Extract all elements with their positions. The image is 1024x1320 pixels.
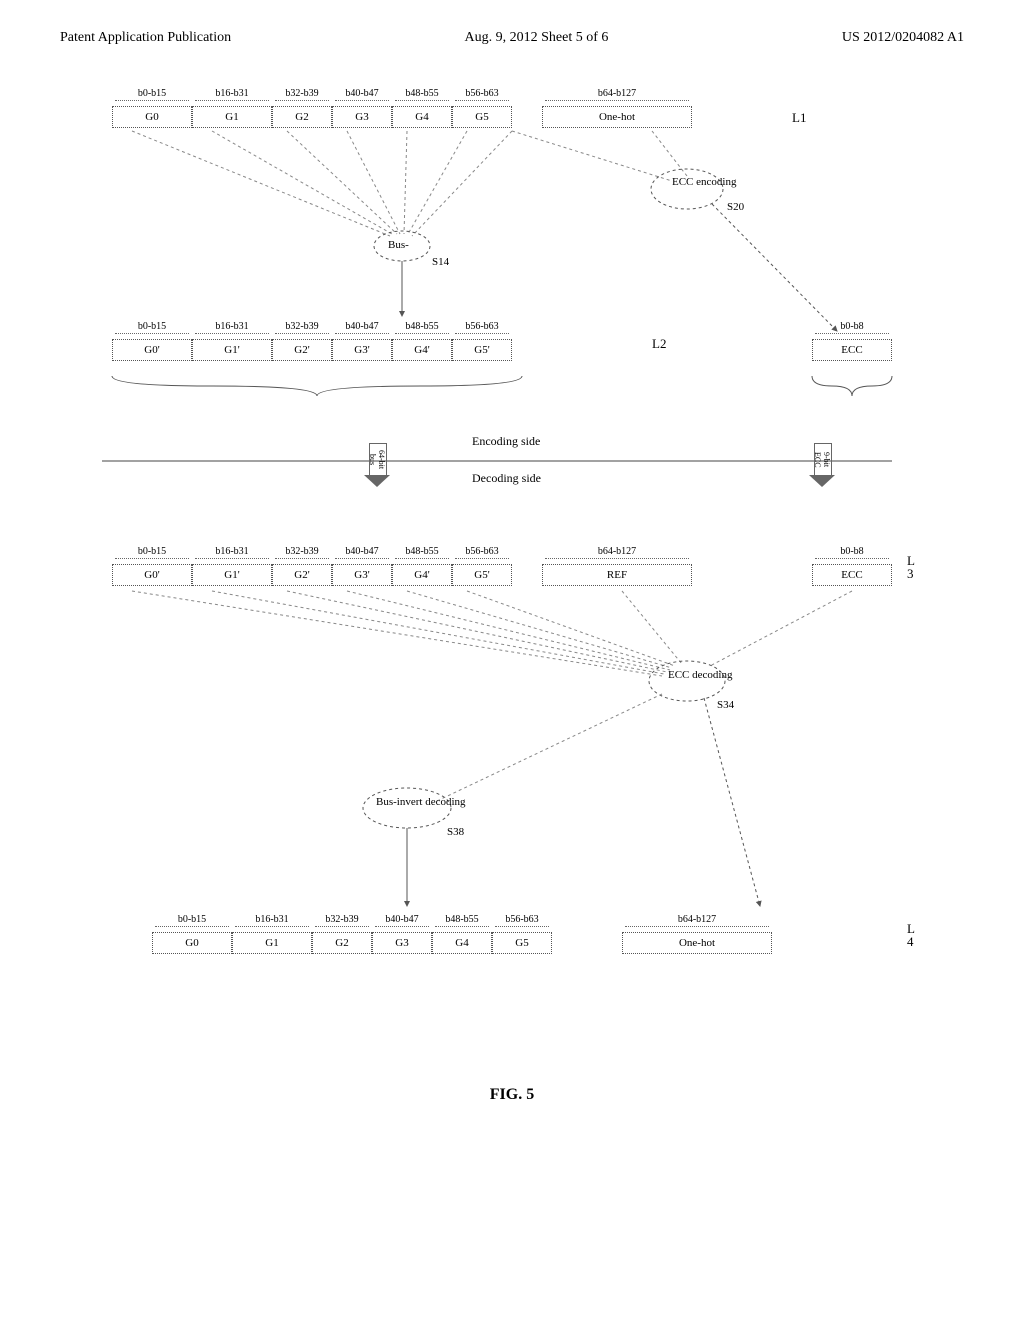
l3-ref: REF <box>542 564 692 586</box>
l4-bit-labels: b0-b15 b16-b31 b32-b39 b40-b47 b48-b55 b… <box>152 914 772 925</box>
l3-ecc-bitlabel: b0-b8 <box>812 546 892 557</box>
l1-onehot: One-hot <box>542 106 692 128</box>
ecc-decoding-label: ECC decoding <box>668 669 708 681</box>
ecc-arrow: 9-bit ECC <box>812 441 832 485</box>
l3-ecc: ECC <box>812 564 892 586</box>
level-l4: L 4 <box>907 922 915 948</box>
l1-row: G0 G1 G2 G3 G4 G5 One-hot <box>112 106 692 128</box>
l4-g0: G0 <box>152 932 232 954</box>
l2-g4: G4' <box>392 339 452 361</box>
l1-g4: G4 <box>392 106 452 128</box>
header-left: Patent Application Publication <box>60 30 231 46</box>
l2-ecc-row: ECC <box>812 339 892 361</box>
l2-bit-labels: b0-b15 b16-b31 b32-b39 b40-b47 b48-b55 b… <box>112 321 512 332</box>
level-l3: L 3 <box>907 554 915 580</box>
l2-g0: G0' <box>112 339 192 361</box>
step-s14: S14 <box>432 256 449 268</box>
level-l2: L2 <box>652 336 666 352</box>
l1-g1: G1 <box>192 106 272 128</box>
l1-g2: G2 <box>272 106 332 128</box>
l2-row: G0' G1' G2' G3' G4' G5' <box>112 339 512 361</box>
l2-g3: G3' <box>332 339 392 361</box>
l2-g2: G2' <box>272 339 332 361</box>
l1-g0: G0 <box>112 106 192 128</box>
bus-arrow-label: 64-bit bus <box>369 443 387 477</box>
step-s38: S38 <box>447 826 464 838</box>
l3-g2: G2' <box>272 564 332 586</box>
l3-g5: G5' <box>452 564 512 586</box>
l3-ecc-row: ECC <box>812 564 892 586</box>
l4-g1: G1 <box>232 932 312 954</box>
l2-ecc: ECC <box>812 339 892 361</box>
l1-g5: G5 <box>452 106 512 128</box>
header-center: Aug. 9, 2012 Sheet 5 of 6 <box>465 30 609 46</box>
step-s20: S20 <box>727 201 744 213</box>
ecc-encoding-label: ECC encoding <box>672 176 706 188</box>
bus-invert-decoding-label: Bus-invert decoding <box>376 796 440 808</box>
l4-g3: G3 <box>372 932 432 954</box>
l3-g0: G0' <box>112 564 192 586</box>
l4-row: G0 G1 G2 G3 G4 G5 One-hot <box>152 932 772 954</box>
page-header: Patent Application Publication Aug. 9, 2… <box>20 20 1004 76</box>
l4-g5: G5 <box>492 932 552 954</box>
l3-row: G0' G1' G2' G3' G4' G5' REF <box>112 564 692 586</box>
l1-bit-labels: b0-b15 b16-b31 b32-b39 b40-b47 b48-b55 b… <box>112 88 692 99</box>
l2-g1: G1' <box>192 339 272 361</box>
header-right: US 2012/0204082 A1 <box>842 30 964 46</box>
figure-caption: FIG. 5 <box>20 1086 1004 1104</box>
l3-g4: G4' <box>392 564 452 586</box>
l3-bit-labels: b0-b15 b16-b31 b32-b39 b40-b47 b48-b55 b… <box>112 546 692 557</box>
encoding-side-label: Encoding side <box>472 434 540 449</box>
level-l1: L1 <box>792 110 806 126</box>
l3-g1: G1' <box>192 564 272 586</box>
ecc-arrow-label: 9-bit ECC <box>814 443 832 477</box>
bus-arrow: 64-bit bus <box>367 441 387 485</box>
bus-encode-label: Bus- <box>388 239 409 251</box>
l4-g4: G4 <box>432 932 492 954</box>
l4-onehot: One-hot <box>622 932 772 954</box>
l2-ecc-bitlabel: b0-b8 <box>812 321 892 332</box>
l1-g3: G3 <box>332 106 392 128</box>
decoding-side-label: Decoding side <box>472 471 541 486</box>
l2-g5: G5' <box>452 339 512 361</box>
diagram-figure: b0-b15 b16-b31 b32-b39 b40-b47 b48-b55 b… <box>92 76 932 1076</box>
l4-g2: G2 <box>312 932 372 954</box>
l3-g3: G3' <box>332 564 392 586</box>
step-s34: S34 <box>717 699 734 711</box>
